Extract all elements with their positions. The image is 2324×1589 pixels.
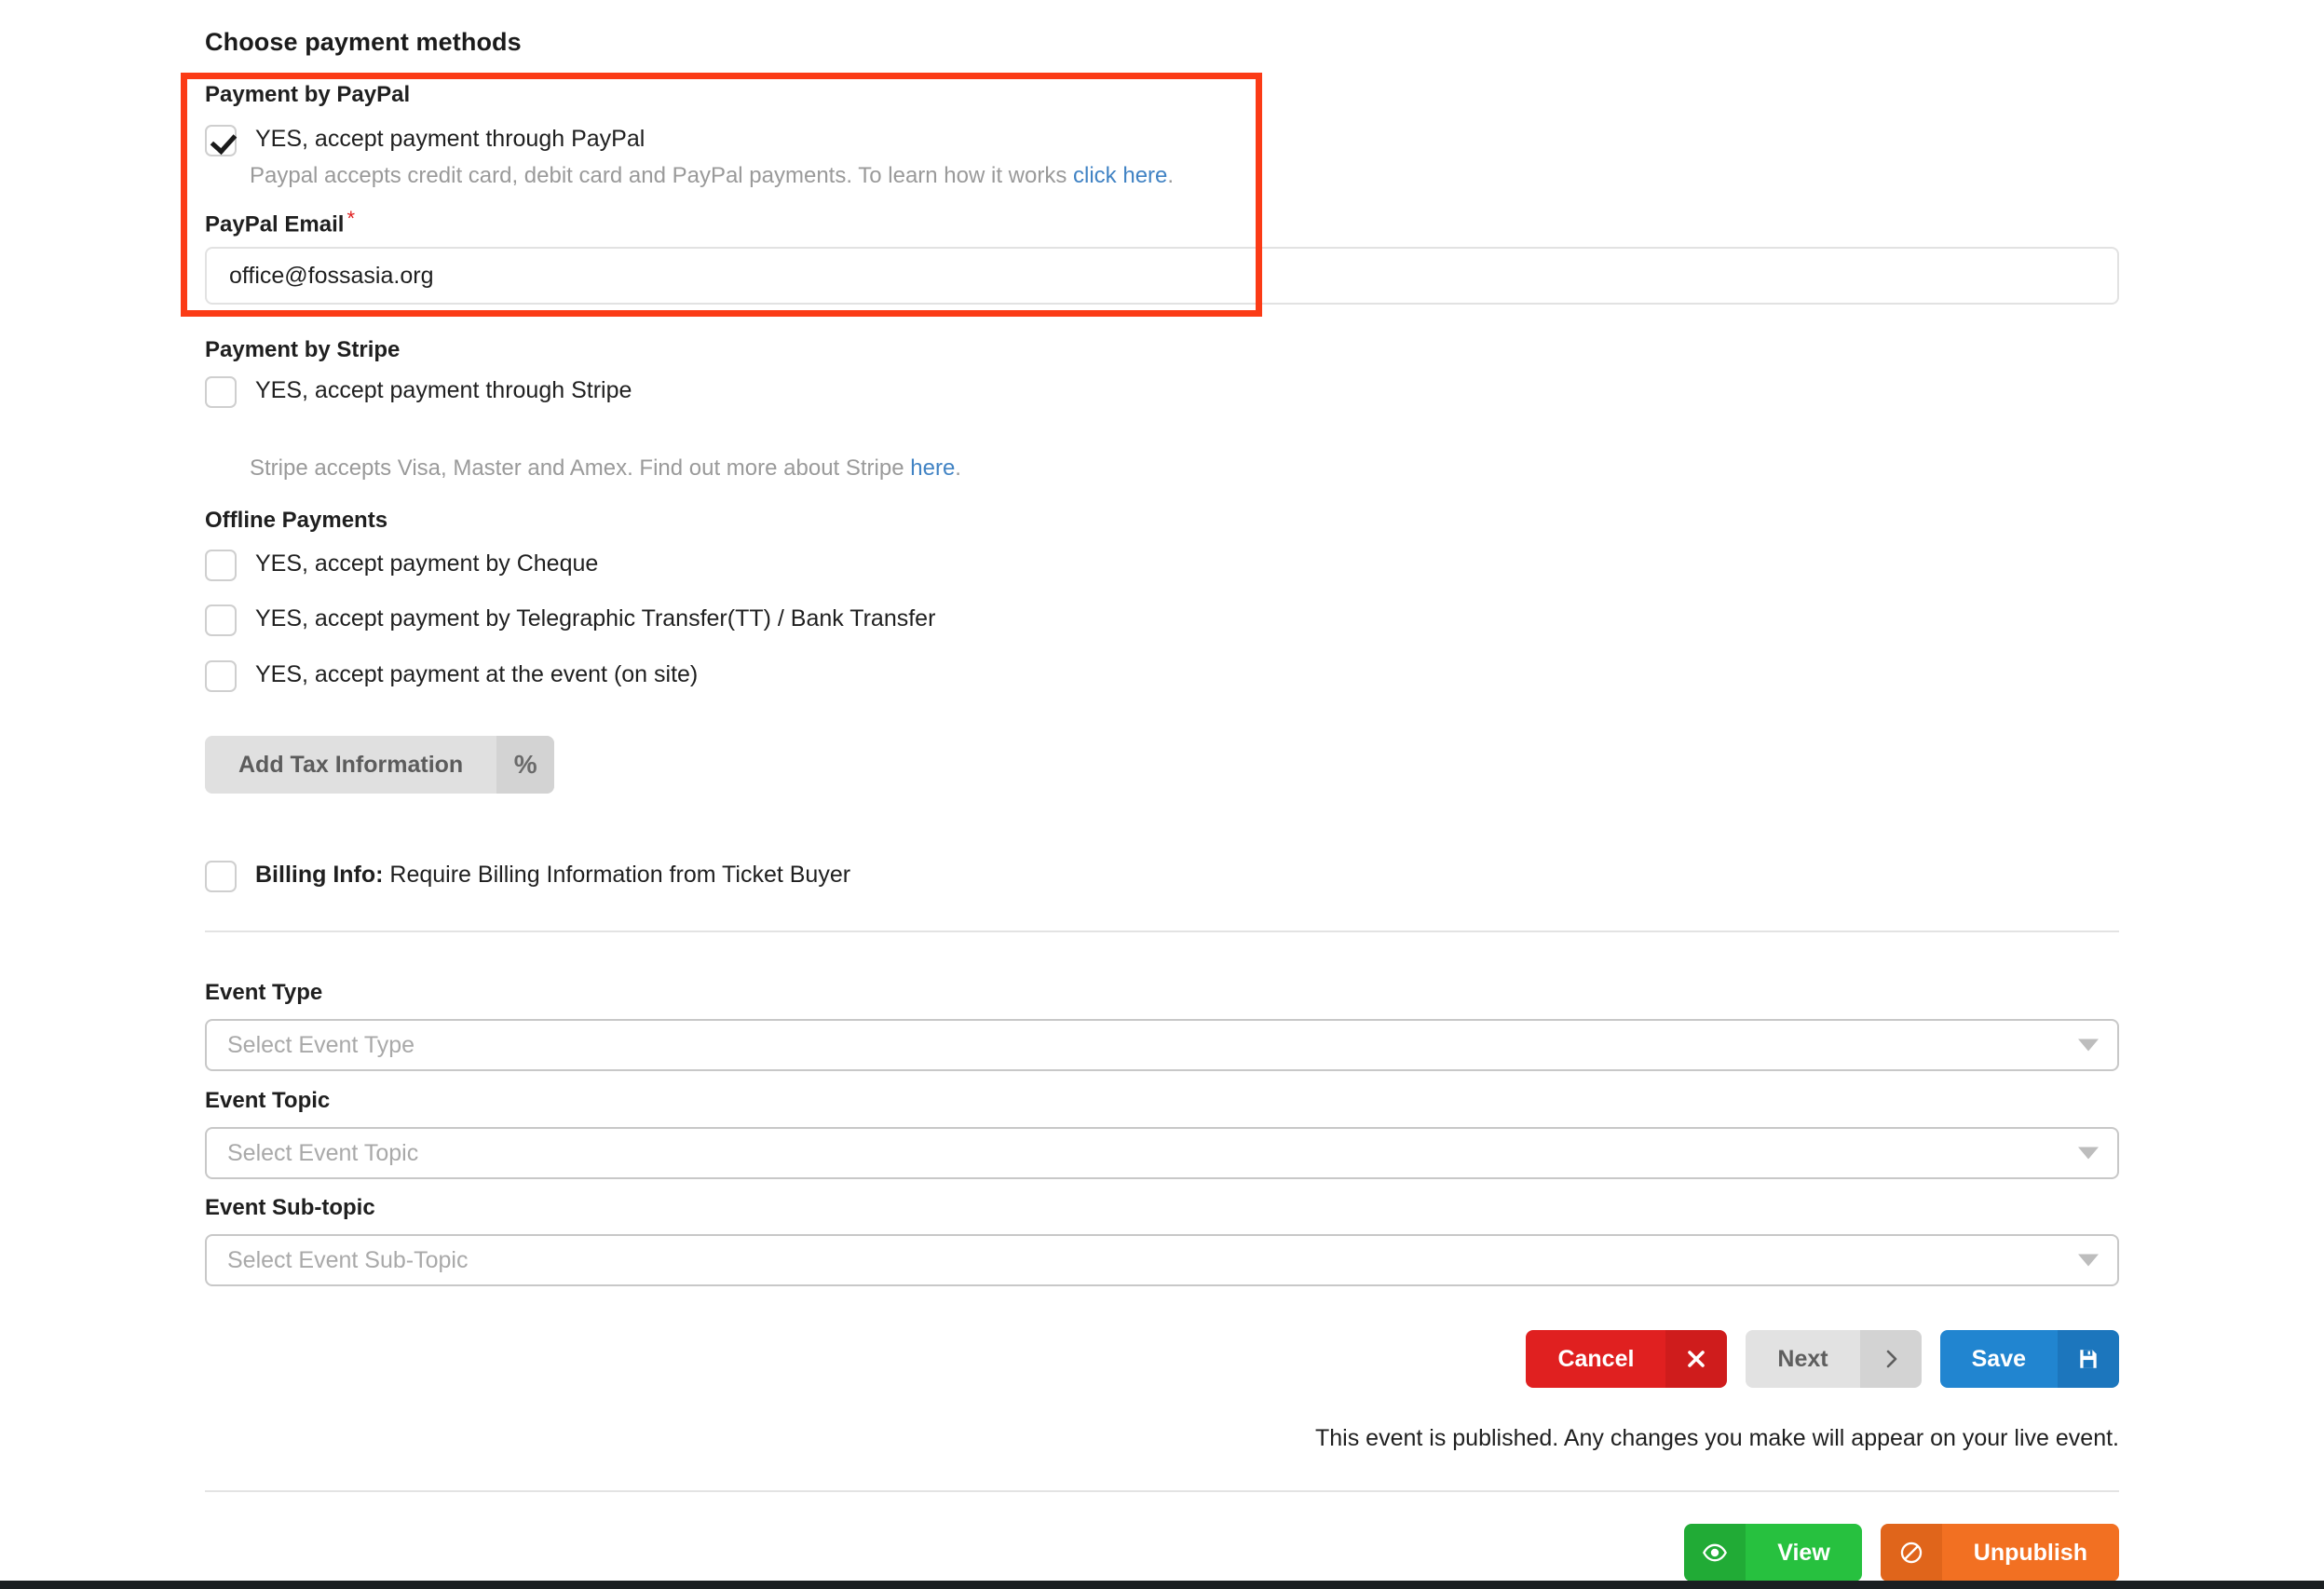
offline-group-label: Offline Payments bbox=[205, 508, 388, 533]
paypal-email-input[interactable] bbox=[205, 247, 2119, 305]
floppy-disk-icon bbox=[2058, 1330, 2119, 1388]
offline-onsite-label: YES, accept payment at the event (on sit… bbox=[255, 661, 699, 687]
chevron-down-icon bbox=[2078, 1039, 2099, 1052]
stripe-helper-prefix: Stripe accepts Visa, Master and Amex. Fi… bbox=[250, 455, 911, 481]
offline-onsite-row[interactable]: YES, accept payment at the event (on sit… bbox=[205, 659, 2119, 692]
paypal-helper-suffix: . bbox=[1167, 163, 1175, 188]
publish-actions: View Unpublish bbox=[205, 1524, 2119, 1582]
offline-onsite-checkbox[interactable] bbox=[205, 660, 237, 692]
next-button-label: Next bbox=[1746, 1330, 1860, 1388]
event-type-select-value: Select Event Type bbox=[205, 1019, 2119, 1071]
offline-bank-transfer-checkbox[interactable] bbox=[205, 604, 237, 636]
stripe-checkbox[interactable] bbox=[205, 376, 237, 408]
section-divider-bottom bbox=[205, 1490, 2119, 1492]
event-subtopic-label: Event Sub-topic bbox=[205, 1195, 375, 1220]
view-button[interactable]: View bbox=[1684, 1524, 1862, 1582]
event-topic-select[interactable]: Select Event Topic bbox=[205, 1127, 2119, 1179]
bottom-bar bbox=[0, 1581, 2324, 1589]
cancel-button[interactable]: Cancel bbox=[1526, 1330, 1728, 1388]
paypal-learn-more-link[interactable]: click here bbox=[1073, 163, 1167, 188]
event-type-label: Event Type bbox=[205, 980, 323, 1005]
add-tax-information-label: Add Tax Information bbox=[238, 751, 464, 778]
next-button[interactable]: Next bbox=[1746, 1330, 1922, 1388]
paypal-email-label: PayPal Email bbox=[205, 211, 345, 238]
paypal-group-label: Payment by PayPal bbox=[205, 82, 411, 107]
unpublish-button[interactable]: Unpublish bbox=[1880, 1524, 2119, 1582]
paypal-checkbox[interactable] bbox=[205, 125, 237, 156]
event-subtopic-select[interactable]: Select Event Sub-Topic bbox=[205, 1234, 2119, 1286]
section-divider-top bbox=[205, 930, 2119, 932]
stripe-checkbox-label: YES, accept payment through Stripe bbox=[255, 377, 632, 403]
billing-info-row[interactable]: Billing Info: Require Billing Informatio… bbox=[205, 859, 2119, 892]
chevron-down-icon bbox=[2078, 1254, 2099, 1267]
payment-settings-page: Choose payment methods Payment by PayPal… bbox=[0, 0, 2324, 1589]
close-icon bbox=[1665, 1330, 1728, 1388]
billing-info-label-bold: Billing Info: bbox=[255, 862, 384, 888]
paypal-checkbox-label: YES, accept payment through PayPal bbox=[255, 126, 646, 152]
form-actions: Cancel Next Save bbox=[205, 1330, 2119, 1388]
offline-cheque-row[interactable]: YES, accept payment by Cheque bbox=[205, 548, 2119, 581]
no-entry-icon bbox=[1880, 1524, 1942, 1582]
unpublish-button-label: Unpublish bbox=[1941, 1524, 2119, 1582]
offline-bank-transfer-label: YES, accept payment by Telegraphic Trans… bbox=[255, 605, 936, 632]
billing-info-checkbox[interactable] bbox=[205, 861, 237, 892]
stripe-checkbox-row[interactable]: YES, accept payment through Stripe bbox=[205, 374, 2119, 408]
stripe-group-label: Payment by Stripe bbox=[205, 337, 401, 362]
offline-cheque-label: YES, accept payment by Cheque bbox=[255, 550, 599, 577]
event-topic-select-value: Select Event Topic bbox=[205, 1127, 2119, 1179]
page-title: Choose payment methods bbox=[205, 28, 522, 56]
paypal-helper-prefix: Paypal accepts credit card, debit card a… bbox=[250, 163, 1074, 188]
event-subtopic-select-value: Select Event Sub-Topic bbox=[205, 1234, 2119, 1286]
paypal-checkbox-row[interactable]: YES, accept payment through PayPal bbox=[205, 123, 2119, 156]
event-topic-label: Event Topic bbox=[205, 1088, 331, 1113]
publish-status-text: This event is published. Any changes you… bbox=[1315, 1425, 2119, 1451]
save-button-label: Save bbox=[1939, 1330, 2058, 1388]
chevron-right-icon bbox=[1859, 1330, 1922, 1388]
stripe-helper-suffix: . bbox=[955, 455, 961, 481]
offline-bank-transfer-row[interactable]: YES, accept payment by Telegraphic Trans… bbox=[205, 603, 2119, 636]
required-asterisk: * bbox=[347, 207, 355, 230]
billing-info-label: Billing Info: Require Billing Informatio… bbox=[255, 859, 850, 890]
billing-info-label-rest: Require Billing Information from Ticket … bbox=[383, 862, 851, 888]
paypal-email-label-wrap: PayPal Email * bbox=[205, 207, 2119, 238]
cancel-button-label: Cancel bbox=[1526, 1330, 1666, 1388]
stripe-learn-more-link[interactable]: here bbox=[910, 455, 955, 481]
save-button[interactable]: Save bbox=[1939, 1330, 2119, 1388]
percent-icon: % bbox=[496, 736, 555, 794]
add-tax-information-button[interactable]: Add Tax Information % bbox=[205, 736, 555, 794]
eye-icon bbox=[1684, 1524, 1746, 1582]
view-button-label: View bbox=[1746, 1524, 1862, 1582]
stripe-helper-text: Stripe accepts Visa, Master and Amex. Fi… bbox=[250, 453, 2164, 484]
offline-cheque-checkbox[interactable] bbox=[205, 550, 237, 581]
event-type-select[interactable]: Select Event Type bbox=[205, 1019, 2119, 1071]
chevron-down-icon bbox=[2078, 1147, 2099, 1160]
paypal-helper-text: Paypal accepts credit card, debit card a… bbox=[250, 160, 2164, 192]
